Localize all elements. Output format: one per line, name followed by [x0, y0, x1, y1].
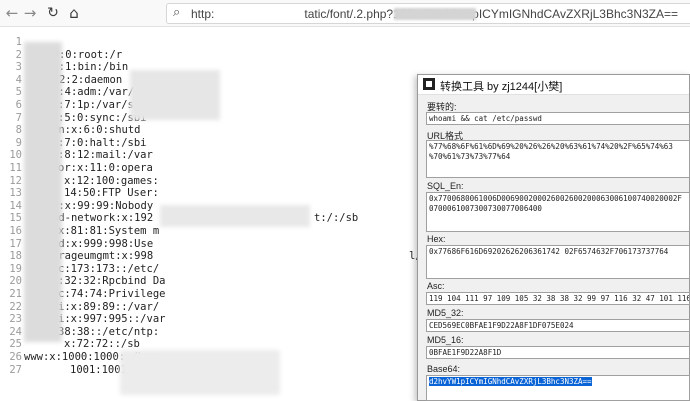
base64-label: Base64: — [427, 364, 461, 374]
forward-arrow-icon[interactable]: → — [20, 3, 40, 23]
source-line: 18orageumgmt:x:998l/ — [0, 250, 420, 262]
source-line: 8 wn:x:6:0:shutd — [0, 124, 420, 136]
line-number: 13 — [9, 187, 22, 200]
source-line: 25 x:72:72::/sb — [0, 338, 420, 350]
source-line: 23 i:x:997:995::/var — [0, 313, 420, 325]
line-number: 16 — [9, 225, 22, 237]
source-text: orageumgmt:x:998 — [52, 250, 154, 263]
url-format-field[interactable]: %77%68%6F%61%6D%69%20%26%26%20%63%61%74%… — [426, 140, 690, 178]
source-text: md-network:x:192 — [52, 212, 154, 225]
input-field[interactable]: whoami && cat /etc/passwd — [426, 112, 690, 125]
line-number: 4 — [15, 73, 22, 86]
search-icon: ⌕ — [173, 5, 181, 20]
source-text: wn:x:6:0:shutd — [52, 124, 141, 137]
source-text: td:x:999:998:Use — [52, 237, 154, 250]
converter-tool-window: 转换工具 by zj1244[小樊] 要转的: whoami && cat /e… — [417, 74, 690, 401]
line-number: 8 — [15, 124, 22, 137]
line-number: 22 — [9, 300, 22, 313]
source-line: 13 14:50:FTP User: — [0, 187, 420, 199]
sql-en-field[interactable]: 0x7700680061006D006900200026002600200063… — [426, 192, 690, 232]
line-number: 24 — [9, 325, 22, 338]
hex-label: Hex: — [427, 234, 446, 244]
line-number: 18 — [9, 250, 22, 263]
md5-32-field[interactable]: CED569EC0BFAE1F9D22A8F1DF075E024 — [426, 319, 690, 332]
line-number: 6 — [15, 99, 22, 111]
source-text: 14:50:FTP User: — [64, 187, 159, 200]
source-line: 11 or:x:11:0:opera — [0, 162, 420, 174]
line-number: 2 — [15, 48, 22, 61]
redaction-blur — [160, 205, 310, 227]
source-text: x:81:81:System m — [58, 225, 160, 237]
source-line: 21 c:74:74:Privilege — [0, 288, 420, 300]
line-number: 27 — [9, 363, 22, 376]
line-number: 5 — [15, 86, 22, 99]
redaction-blur — [130, 70, 220, 120]
line-number: 9 — [15, 136, 22, 149]
app-icon — [423, 78, 435, 90]
url-redaction — [394, 8, 476, 20]
source-text: y:x:99:99:Nobody — [52, 199, 154, 212]
browser-toolbar: ← → ↻ ⌂ ⌕ http: tatic/font/.2.php?123=d2h… — [0, 0, 690, 27]
line-number: 17 — [9, 237, 22, 250]
reload-icon[interactable]: ↻ — [43, 3, 63, 23]
source-line: 24 38:38::/etc/ntp: — [0, 326, 420, 338]
source-line: 12 x:12:100:games: — [0, 175, 420, 187]
source-text: c:173:173::/etc/ — [58, 262, 160, 275]
line-number: 10 — [9, 149, 22, 162]
md5-32-label: MD5_32: — [427, 308, 464, 318]
source-line: 19 c:173:173::/etc/ — [0, 263, 420, 275]
line-number: 25 — [9, 338, 22, 351]
source-text: 3:4:adm:/var/ — [52, 86, 135, 99]
source-line: 9 :7:0:halt:/sbi — [0, 137, 420, 149]
source-text: c:74:74:Privilege — [58, 288, 166, 300]
base64-selected-text: d2hvYW1pICYmIGNhdCAvZXRjL3Bhc3N3ZA== — [429, 377, 592, 386]
source-text: i:x:997:995::/var — [58, 313, 166, 326]
md5-16-label: MD5_16: — [427, 335, 464, 345]
source-line: 1 — [0, 36, 420, 48]
source-text: or:x:11:0:opera — [58, 162, 153, 174]
line-number: 20 — [9, 275, 22, 288]
source-text: :8:12:mail:/var — [58, 149, 153, 162]
page-source-view: 27 1001:1001::/hom 26 www:x:1000:1000::/hom… — [0, 30, 420, 401]
source-text: :7:0:halt:/sbi — [58, 136, 147, 149]
line-number: 19 — [9, 262, 22, 275]
url-prefix: http: — [191, 7, 215, 21]
source-text: :32:32:Rpcbind Da — [58, 275, 166, 288]
source-text: x:12:100:games: — [64, 174, 159, 187]
line-number: 7 — [15, 111, 22, 124]
line-number: 23 — [9, 313, 22, 326]
line-number: 26 — [9, 351, 22, 363]
line-number: 15 — [9, 212, 22, 225]
source-line: 10 :8:12:mail:/var — [0, 149, 420, 161]
source-text: 38:38::/etc/ntp: — [58, 325, 160, 338]
hex-field[interactable]: 0x77686F616D69202626206361742 02F6574632… — [426, 245, 690, 279]
line-number: 1 — [15, 36, 22, 48]
source-text: i:x:89:89::/var/ — [58, 300, 160, 313]
line-number: 3 — [15, 61, 22, 74]
source-line: 2 x:0:0:root:/r — [0, 49, 420, 61]
back-arrow-icon[interactable]: ← — [2, 3, 22, 23]
address-bar[interactable]: ⌕ http: tatic/font/.2.php?123=d2hvYW1pICY… — [166, 3, 690, 24]
line-number: 21 — [9, 288, 22, 300]
md5-16-field[interactable]: 0BFAE1F9D22A8F1D — [426, 346, 690, 359]
asc-field[interactable]: 119 104 111 97 109 105 32 38 38 32 99 97… — [426, 292, 690, 305]
tool-titlebar[interactable]: 转换工具 by zj1244[小樊] — [418, 75, 689, 95]
url-suffix: tatic/font/.2.php?123=d2hvYW1pICYmIGNhdC… — [304, 7, 679, 21]
source-line: 17 td:x:999:998:Use — [0, 238, 420, 250]
base64-field[interactable]: d2hvYW1pICYmIGNhdCAvZXRjL3Bhc3N3ZA== — [426, 375, 690, 401]
asc-label: Asc: — [427, 281, 445, 291]
source-line: 20 :32:32:Rpcbind Da — [0, 275, 420, 287]
home-icon[interactable]: ⌂ — [64, 3, 84, 23]
redaction-blur — [120, 350, 280, 395]
source-text: t:/:/sb — [314, 212, 359, 225]
line-number: 12 — [9, 174, 22, 187]
tool-title: 转换工具 by zj1244[小樊] — [440, 81, 563, 93]
source-line: 22 i:x:89:89::/var/ — [0, 301, 420, 313]
redaction-blur — [24, 42, 62, 342]
sql-en-label: SQL_En: — [427, 181, 464, 191]
line-number: 11 — [9, 162, 22, 174]
line-number: 14 — [9, 199, 22, 212]
source-text: x:72:72::/sb — [64, 338, 140, 351]
